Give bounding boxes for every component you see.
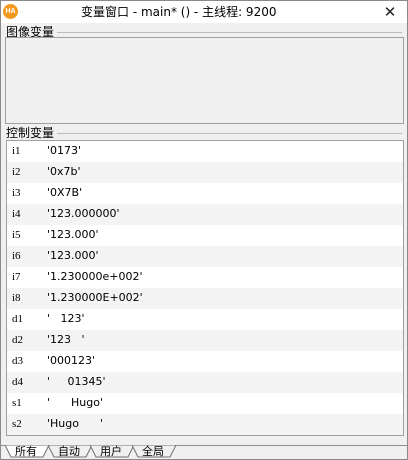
variable-row[interactable]: i7 '1.230000e+002' bbox=[7, 267, 403, 288]
variable-row[interactable]: i5 '123.000' bbox=[7, 225, 403, 246]
tab-label: 所有 bbox=[15, 445, 37, 458]
variable-row[interactable]: s2 'Hugo ' bbox=[7, 414, 403, 435]
variable-name: i1 bbox=[12, 145, 21, 157]
variable-name: i6 bbox=[12, 250, 21, 262]
variable-name: d4 bbox=[12, 376, 23, 388]
tab-3[interactable]: 用户 bbox=[90, 445, 134, 458]
variable-value: ' 123' bbox=[47, 312, 85, 325]
variable-value: '123 ' bbox=[47, 333, 85, 346]
variable-row[interactable]: d2 '123 ' bbox=[7, 330, 403, 351]
variable-row[interactable]: i6 '123.000' bbox=[7, 246, 403, 267]
variable-row[interactable]: i8 '1.230000E+002' bbox=[7, 288, 403, 309]
variable-row[interactable]: d4 ' 01345' bbox=[7, 372, 403, 393]
tab-4[interactable]: 全局 bbox=[132, 445, 176, 458]
tab-label: 自动 bbox=[58, 445, 80, 458]
tab-1[interactable]: 所有 bbox=[5, 445, 49, 458]
variable-value: '1.230000e+002' bbox=[47, 270, 143, 283]
image-group-divider bbox=[57, 32, 402, 33]
control-variables-list[interactable]: i1 '0173' i2 '0x7b' i3 '0X7B' i4 '123.000000' i5… bbox=[6, 140, 404, 436]
window-title: 变量窗口 - main* () - 主线程: 9200 bbox=[81, 5, 277, 19]
tab-2[interactable]: 自动 bbox=[48, 445, 92, 458]
variable-row[interactable]: d3 '000123' bbox=[7, 351, 403, 372]
variable-name: i7 bbox=[12, 271, 21, 283]
variable-row[interactable]: i1 '0173' bbox=[7, 141, 403, 162]
tab-label: 全局 bbox=[142, 445, 164, 458]
variable-value: '123.000' bbox=[47, 249, 99, 262]
variable-name: d3 bbox=[12, 355, 23, 367]
variable-name: d1 bbox=[12, 313, 23, 325]
variable-row[interactable]: i3 '0X7B' bbox=[7, 183, 403, 204]
close-button[interactable]: ✕ bbox=[373, 1, 407, 23]
variable-row[interactable]: s1 ' Hugo' bbox=[7, 393, 403, 414]
variable-name: s1 bbox=[12, 397, 22, 409]
tab-label: 用户 bbox=[100, 445, 122, 458]
variable-window: HA 变量窗口 - main* () - 主线程: 9200 ✕ 图像变量 控制… bbox=[0, 0, 408, 460]
variable-name: s2 bbox=[12, 418, 22, 430]
variable-value: ' 01345' bbox=[47, 375, 106, 388]
image-variables-panel[interactable] bbox=[5, 37, 404, 124]
variable-name: i8 bbox=[12, 292, 21, 304]
variable-row[interactable]: i2 '0x7b' bbox=[7, 162, 403, 183]
variable-row[interactable]: i4 '123.000000' bbox=[7, 204, 403, 225]
variable-value: '000123' bbox=[47, 354, 96, 367]
variable-value: 'Hugo ' bbox=[47, 417, 103, 430]
variable-name: i3 bbox=[12, 187, 21, 199]
variable-value: ' Hugo' bbox=[47, 396, 103, 409]
variable-name: i4 bbox=[12, 208, 21, 220]
title-bar[interactable]: HA 变量窗口 - main* () - 主线程: 9200 ✕ bbox=[1, 1, 407, 23]
variable-name: d2 bbox=[12, 334, 23, 346]
variable-value: '0173' bbox=[47, 144, 82, 157]
variable-name: i5 bbox=[12, 229, 21, 241]
app-logo-icon: HA bbox=[3, 4, 18, 19]
variable-value: '0X7B' bbox=[47, 186, 83, 199]
tab-bar: 所有 自动 用户 全局 bbox=[1, 445, 407, 459]
variable-value: '123.000' bbox=[47, 228, 99, 241]
variable-value: '123.000000' bbox=[47, 207, 120, 220]
variable-name: i2 bbox=[12, 166, 21, 178]
variable-row[interactable]: d1 ' 123' bbox=[7, 309, 403, 330]
variable-value: '1.230000E+002' bbox=[47, 291, 143, 304]
variable-value: '0x7b' bbox=[47, 165, 81, 178]
control-group-divider bbox=[57, 133, 402, 134]
control-group-label: 控制变量 bbox=[6, 126, 57, 140]
